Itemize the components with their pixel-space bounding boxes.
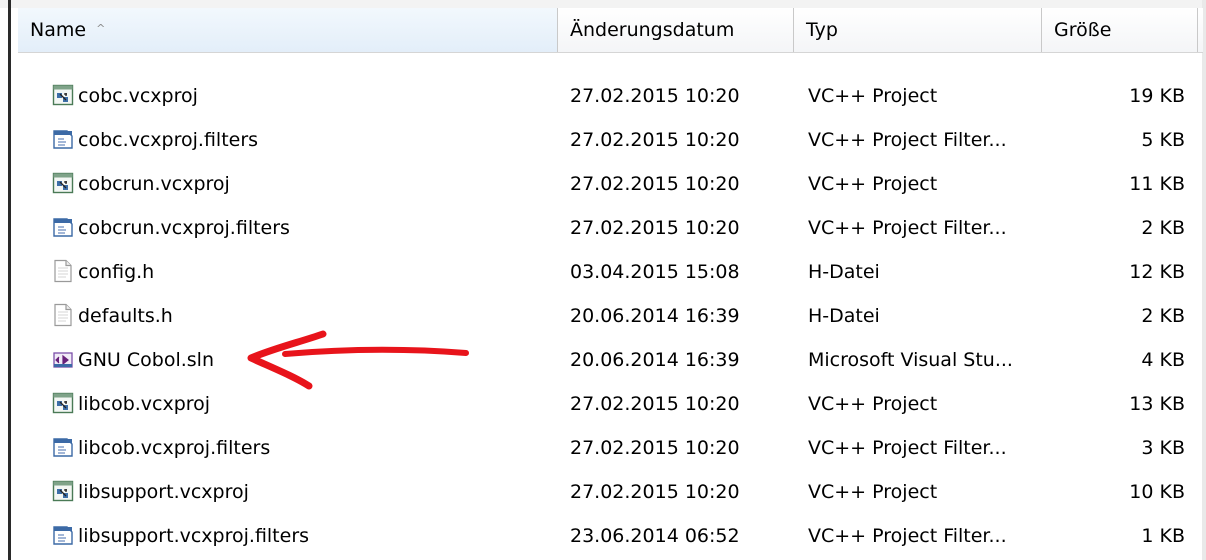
file-type: Microsoft Visual Stu...	[808, 349, 1013, 371]
file-name: libcob.vcxproj	[78, 393, 211, 415]
file-name: libsupport.vcxproj	[78, 481, 249, 503]
file-name: cobc.vcxproj	[78, 85, 198, 107]
file-modified-date: 27.02.2015 10:20	[570, 173, 740, 195]
file-type: H-Datei	[808, 305, 880, 327]
file-row[interactable]: libsupport.vcxproj.filters 23.06.2014 06:…	[18, 514, 1203, 558]
file-name: cobc.vcxproj.filters	[78, 129, 259, 151]
column-header-name-label: Name	[30, 19, 87, 41]
file-row[interactable]: GNU Cobol.sln 20.06.2014 16:39 Microsoft V…	[18, 338, 1203, 382]
file-name: defaults.h	[78, 305, 173, 327]
file-type: VC++ Project	[808, 173, 938, 195]
file-type: VC++ Project Filter...	[808, 217, 1007, 239]
visual-studio-solution-icon	[52, 347, 74, 371]
filters-icon	[52, 523, 74, 547]
file-size: 10 KB	[1129, 481, 1185, 503]
column-header-row: Name ^ Änderungsdatum Typ Größe	[18, 8, 1203, 53]
file-name: config.h	[78, 261, 155, 283]
file-type: VC++ Project Filter...	[808, 129, 1007, 151]
file-modified-date: 27.02.2015 10:20	[570, 217, 740, 239]
column-header-date-label: Änderungsdatum	[570, 19, 735, 41]
column-header-type[interactable]: Typ	[794, 8, 1042, 52]
file-type: VC++ Project	[808, 85, 938, 107]
vcxproj-icon	[52, 171, 74, 195]
filters-icon	[52, 215, 74, 239]
file-type: VC++ Project Filter...	[808, 437, 1007, 459]
column-header-size-label: Größe	[1054, 19, 1112, 41]
file-type: H-Datei	[808, 261, 880, 283]
file-row[interactable]: config.h 03.04.2015 15:08 H-Datei 12 KB	[18, 250, 1203, 294]
file-type: VC++ Project	[808, 481, 938, 503]
file-size: 12 KB	[1129, 261, 1185, 283]
file-modified-date: 27.02.2015 10:20	[570, 437, 740, 459]
file-name: cobcrun.vcxproj.filters	[78, 217, 290, 239]
file-row[interactable]: cobc.vcxproj 27.02.2015 10:20 VC++ Project…	[18, 74, 1203, 118]
file-row[interactable]: libsupport.vcxproj 27.02.2015 10:20 VC++ P…	[18, 470, 1203, 514]
file-size: 11 KB	[1129, 173, 1185, 195]
sort-ascending-icon: ^	[96, 22, 106, 35]
header-file-icon	[52, 259, 74, 283]
file-modified-date: 27.02.2015 10:20	[570, 85, 740, 107]
file-row[interactable]: cobcrun.vcxproj.filters 27.02.2015 10:20 V…	[18, 206, 1203, 250]
filters-icon	[52, 127, 74, 151]
column-header-size[interactable]: Größe	[1042, 8, 1198, 52]
vcxproj-icon	[52, 83, 74, 107]
filters-icon	[52, 435, 74, 459]
file-modified-date: 20.06.2014 16:39	[570, 349, 740, 371]
top-strip	[0, 0, 1206, 8]
file-modified-date: 27.02.2015 10:20	[570, 129, 740, 151]
column-header-name[interactable]: Name ^	[18, 8, 558, 52]
file-type: VC++ Project Filter...	[808, 525, 1007, 547]
vcxproj-icon	[52, 391, 74, 415]
file-size: 19 KB	[1129, 85, 1185, 107]
file-size: 2 KB	[1141, 305, 1185, 327]
file-size: 2 KB	[1141, 217, 1185, 239]
file-modified-date: 23.06.2014 06:52	[570, 525, 740, 547]
file-name: libsupport.vcxproj.filters	[78, 525, 310, 547]
window-left-border	[8, 0, 11, 560]
header-file-icon	[52, 303, 74, 327]
explorer-file-list: Name ^ Änderungsdatum Typ Größe cobc.vcxp…	[0, 0, 1206, 560]
column-header-date[interactable]: Änderungsdatum	[558, 8, 794, 52]
file-size: 13 KB	[1129, 393, 1185, 415]
file-size: 1 KB	[1141, 525, 1185, 547]
file-modified-date: 20.06.2014 16:39	[570, 305, 740, 327]
file-modified-date: 27.02.2015 10:20	[570, 481, 740, 503]
file-name: libcob.vcxproj.filters	[78, 437, 271, 459]
file-name: GNU Cobol.sln	[78, 349, 214, 371]
file-modified-date: 03.04.2015 15:08	[570, 261, 740, 283]
column-header-type-label: Typ	[806, 19, 838, 41]
file-name: cobcrun.vcxproj	[78, 173, 230, 195]
file-row[interactable]: libcob.vcxproj 27.02.2015 10:20 VC++ Proje…	[18, 382, 1203, 426]
file-type: VC++ Project	[808, 393, 938, 415]
file-size: 4 KB	[1141, 349, 1185, 371]
file-row[interactable]: defaults.h 20.06.2014 16:39 H-Datei 2 KB	[18, 294, 1203, 338]
file-row[interactable]: cobc.vcxproj.filters 27.02.2015 10:20 VC++…	[18, 118, 1203, 162]
file-row[interactable]: libcob.vcxproj.filters 27.02.2015 10:20 VC…	[18, 426, 1203, 470]
file-size: 5 KB	[1141, 129, 1185, 151]
file-list: cobc.vcxproj 27.02.2015 10:20 VC++ Project…	[18, 74, 1203, 558]
vcxproj-icon	[52, 479, 74, 503]
file-row[interactable]: cobcrun.vcxproj 27.02.2015 10:20 VC++ Proj…	[18, 162, 1203, 206]
file-modified-date: 27.02.2015 10:20	[570, 393, 740, 415]
file-size: 3 KB	[1141, 437, 1185, 459]
